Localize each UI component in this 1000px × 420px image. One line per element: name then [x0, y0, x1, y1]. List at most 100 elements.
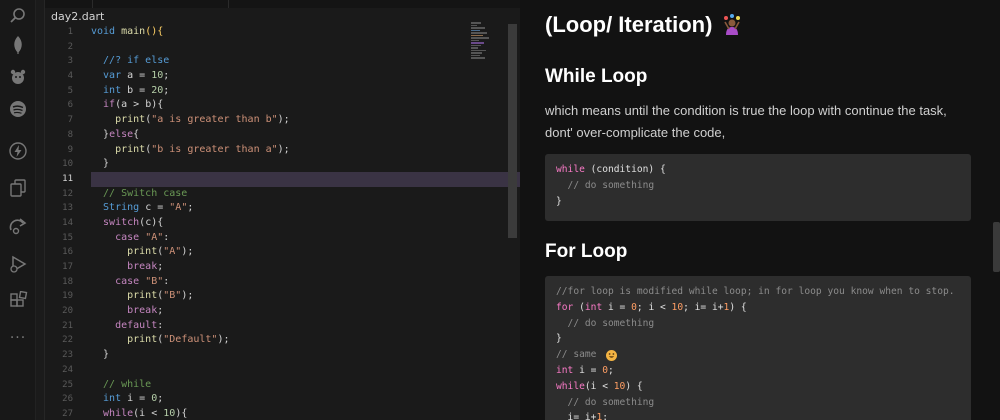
line-number: 22 [62, 335, 73, 346]
code-token: } [556, 333, 562, 345]
code-token: int [91, 84, 128, 96]
code-token: int [556, 364, 580, 376]
github-icon[interactable] [6, 65, 30, 89]
code-token: } [556, 195, 562, 207]
code-token: ; i= i+ [683, 301, 724, 313]
spotify-icon[interactable] [6, 97, 30, 121]
code-token: ) { [729, 301, 747, 313]
code-token: while [556, 380, 585, 392]
code-token: if [91, 99, 116, 111]
code-editor[interactable]: day2.dart 1 2 3 4 5 6 7 8 9 10 11 12 13 14 15 16 17 18 19 2… [45, 0, 520, 420]
code-token: ; i < [636, 301, 672, 313]
preview-title-text: (Loop/ Iteration) [545, 12, 713, 37]
code-line: } [91, 348, 520, 363]
code-token: case [91, 275, 146, 287]
copy-icon[interactable] [6, 176, 30, 200]
code-token: : [163, 231, 170, 243]
editor-scrollbar-thumb[interactable] [508, 24, 517, 238]
code-token: i = [127, 393, 152, 405]
code-line: while (condition) { [556, 162, 960, 178]
code-token: ; [157, 305, 164, 317]
code-token: // Switch case [91, 187, 188, 199]
code-token: "b is greater than a" [151, 143, 278, 155]
code-line: } [556, 331, 960, 347]
code-token: ); [217, 334, 230, 346]
code-token: : [163, 275, 170, 287]
juggler-emoji-icon [722, 14, 742, 36]
code-line: int i = 0; [556, 363, 960, 379]
code-token: { [133, 128, 140, 140]
code-token: i = [608, 301, 632, 313]
code-line: print("a is greater than b"); [91, 113, 520, 128]
for-code-block: //for loop is modified while loop; in fo… [545, 276, 971, 420]
code-line: case "A": [91, 231, 520, 246]
breadcrumb-filename[interactable]: day2.dart [51, 10, 104, 23]
code-token: (a > b){ [115, 99, 164, 111]
lightning-icon[interactable] [6, 139, 30, 163]
mongodb-leaf-icon[interactable] [6, 33, 30, 57]
code-token: var [91, 70, 128, 82]
code-token: } [91, 349, 110, 361]
code-token: ; [157, 261, 164, 272]
markdown-preview: (Loop/ Iteration) While Loop which means… [520, 0, 1000, 420]
line-number: 5 [67, 85, 73, 96]
search-icon[interactable] [6, 4, 30, 28]
code-token: main [121, 26, 146, 37]
while-loop-paragraph: which means until the condition is true … [545, 103, 947, 140]
code-token: "B" [163, 290, 182, 302]
code-token: "A" [163, 246, 182, 258]
code-token: 10 [613, 380, 626, 392]
line-number: 18 [62, 276, 73, 287]
code-token: ; [163, 70, 170, 82]
line-number: 21 [62, 320, 73, 331]
minimap[interactable] [471, 22, 495, 72]
code-line: var a = 10; [91, 69, 520, 84]
line-number: 24 [62, 364, 73, 375]
code-token: while [556, 164, 591, 175]
line-number: 13 [62, 203, 73, 214]
code-token: String [91, 202, 146, 214]
code-token: else [109, 128, 134, 140]
live-share-icon[interactable] [6, 214, 30, 238]
code-line: int b = 20; [91, 84, 520, 99]
code-token: } [91, 128, 110, 140]
code-token: "A" [145, 231, 164, 243]
grinning-face-emoji-icon [606, 349, 618, 361]
line-number: 27 [62, 408, 73, 419]
code-line: //? if else [91, 54, 520, 69]
code-line: }else{ [91, 128, 520, 143]
code-token: ); [277, 143, 290, 155]
preview-scrollbar-thumb[interactable] [993, 222, 1000, 272]
code-token: print [91, 290, 158, 302]
code-token: } [91, 158, 110, 170]
code-line: // do something [556, 178, 960, 194]
line-number: 26 [62, 394, 73, 405]
code-line: while(i < 10){ [91, 407, 520, 420]
code-token: c = [145, 202, 170, 214]
code-token: ; [163, 84, 170, 96]
code-line: // while [91, 378, 520, 393]
code-lines[interactable]: void main(){ //? if else var a = 10; int… [91, 25, 520, 420]
line-number: 16 [62, 247, 73, 258]
code-line: default: [91, 319, 520, 334]
more-icon[interactable]: ··· [6, 326, 30, 350]
extensions-icon[interactable] [6, 289, 30, 313]
run-debug-icon[interactable] [6, 252, 30, 276]
code-token: 10 [671, 301, 684, 313]
code-line: print("A"); [91, 245, 520, 260]
code-token: 10 [151, 70, 164, 82]
current-line [91, 171, 520, 187]
line-number: 1 [67, 27, 73, 37]
code-token: ) { [625, 380, 643, 392]
code-token: // while [91, 378, 152, 390]
code-token: ; [187, 202, 194, 214]
explorer-strip [36, 0, 45, 420]
line-number: 3 [67, 56, 73, 67]
code-token: // do something [556, 317, 655, 329]
tab-bar [45, 0, 520, 8]
code-token: a = [127, 70, 152, 82]
code-line: } [556, 194, 960, 210]
code-token: print [91, 246, 158, 258]
